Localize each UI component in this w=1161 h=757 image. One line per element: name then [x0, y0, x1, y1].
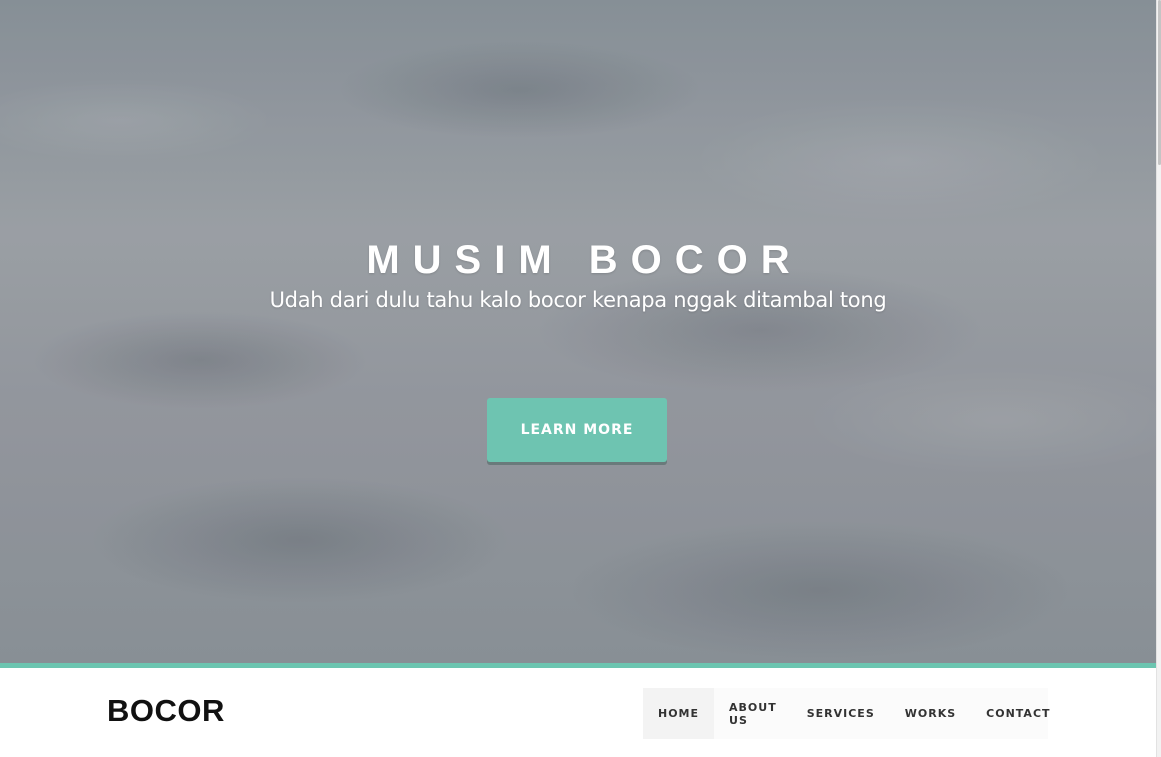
page-scrollbar[interactable]	[1156, 0, 1161, 757]
page: MUSIM BOCOR Udah dari dulu tahu kalo boc…	[0, 0, 1161, 757]
nav-item-about-us[interactable]: ABOUT US	[714, 688, 792, 739]
nav-item-contact[interactable]: CONTACT	[971, 688, 1065, 739]
main-nav: HOME ABOUT US SERVICES WORKS CONTACT	[643, 688, 1050, 739]
hero-title: MUSIM BOCOR	[366, 238, 803, 282]
learn-more-button[interactable]: LEARN MORE	[487, 398, 667, 462]
nav-item-home[interactable]: HOME	[643, 688, 715, 739]
site-logo[interactable]: BOCOR	[107, 693, 225, 729]
hero-content: MUSIM BOCOR Udah dari dulu tahu kalo boc…	[0, 0, 1156, 663]
nav-item-works[interactable]: WORKS	[890, 688, 971, 739]
nav-item-services[interactable]: SERVICES	[792, 688, 890, 739]
site-header: BOCOR HOME ABOUT US SERVICES WORKS CONTA…	[0, 668, 1156, 757]
hero-subtitle: Udah dari dulu tahu kalo bocor kenapa ng…	[269, 288, 887, 312]
